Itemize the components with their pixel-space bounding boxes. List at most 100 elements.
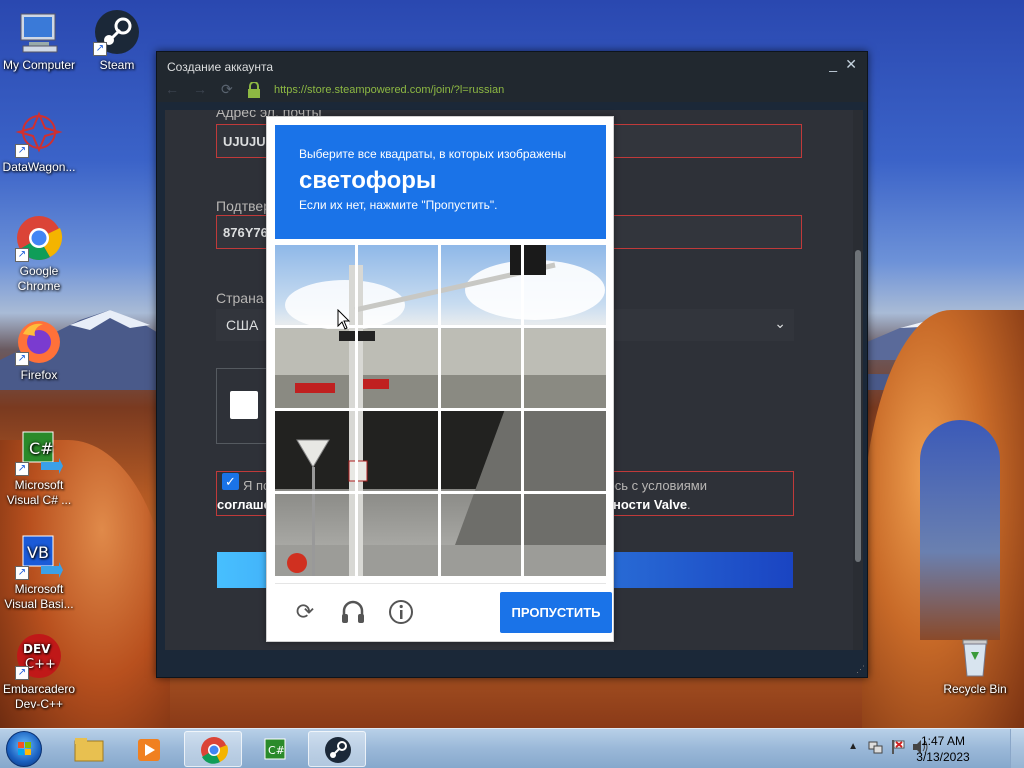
desktop-icon-label: Embarcadero Dev-C++ xyxy=(2,682,76,711)
svg-text:C#: C# xyxy=(29,439,54,458)
shortcut-arrow-icon: ↗ xyxy=(15,248,29,262)
captcha-challenge: Выберите все квадраты, в которых изображ… xyxy=(266,116,614,642)
captcha-tile[interactable] xyxy=(358,494,438,576)
recaptcha-checkbox[interactable] xyxy=(230,391,258,419)
captcha-tile[interactable] xyxy=(524,494,606,576)
captcha-tile[interactable] xyxy=(358,245,438,325)
desktop-icon-my-computer[interactable]: My Computer xyxy=(0,8,78,73)
captcha-tile[interactable] xyxy=(441,494,521,576)
taskbar-chrome[interactable] xyxy=(184,731,242,767)
mouse-cursor-icon xyxy=(337,309,351,330)
captcha-tile[interactable] xyxy=(524,245,606,325)
captcha-tile[interactable] xyxy=(275,494,355,576)
captcha-tile[interactable] xyxy=(441,411,521,491)
chrome-icon: ↗ xyxy=(15,214,63,262)
steam-icon: ↗ xyxy=(93,8,141,56)
taskbar-steam[interactable] xyxy=(308,731,366,767)
audio-icon[interactable] xyxy=(339,598,367,626)
captcha-header: Выберите все квадраты, в которых изображ… xyxy=(275,125,606,239)
desktop-icon-steam[interactable]: ↗ Steam xyxy=(78,8,156,73)
captcha-tile[interactable] xyxy=(524,328,606,408)
captcha-tile[interactable] xyxy=(524,411,606,491)
resize-grip-icon[interactable]: ⋰ xyxy=(856,664,865,675)
info-icon[interactable] xyxy=(387,598,415,626)
captcha-tile[interactable] xyxy=(358,411,438,491)
forward-icon[interactable]: → xyxy=(193,81,207,97)
folder-icon xyxy=(74,738,104,762)
captcha-tile[interactable] xyxy=(441,245,521,325)
captcha-tile[interactable] xyxy=(275,328,355,408)
captcha-tile[interactable] xyxy=(358,328,438,408)
desktop-icon-google-chrome[interactable]: ↗ Google Chrome xyxy=(0,214,78,294)
firefox-icon: ↗ xyxy=(15,318,63,366)
shortcut-arrow-icon: ↗ xyxy=(93,42,107,56)
svg-text:DEV: DEV xyxy=(23,642,51,656)
agreement-text-right: юсь с условиями xyxy=(605,478,707,493)
chrome-icon xyxy=(201,737,228,764)
visual-csharp-icon: C# ↗ xyxy=(15,428,63,476)
taskbar-media-player[interactable] xyxy=(120,731,178,767)
captcha-footer: ⟳ ПРОПУСТИТЬ xyxy=(275,583,612,635)
reload-page-icon[interactable]: ⟳ xyxy=(221,81,233,98)
svg-text:VB: VB xyxy=(27,543,49,562)
desktop-icon-label: Microsoft Visual C# ... xyxy=(6,478,72,507)
desktop-icon-recycle-bin[interactable]: Recycle Bin xyxy=(936,632,1014,697)
address-bar: ← → ⟳ https://store.steampowered.com/joi… xyxy=(157,78,867,102)
desktop-icon-visual-basic[interactable]: VB ↗ Microsoft Visual Basi... xyxy=(0,532,78,612)
svg-text:C++: C++ xyxy=(25,657,56,672)
agreement-link-right[interactable]: ности Valve xyxy=(613,497,687,512)
window-titlebar: Создание аккаунта _ ✕ xyxy=(157,52,867,78)
taskbar-visual-csharp[interactable]: C# xyxy=(246,731,304,767)
desktop-icon-firefox[interactable]: ↗ Firefox xyxy=(0,318,78,383)
agreement-checkbox[interactable]: ✓ xyxy=(222,473,239,490)
close-button[interactable]: ✕ xyxy=(845,56,857,73)
agreement-period: . xyxy=(687,497,691,512)
captcha-skip-hint: Если их нет, нажмите "Пропустить". xyxy=(299,198,498,212)
shortcut-arrow-icon: ↗ xyxy=(15,144,29,158)
media-player-icon xyxy=(138,739,160,761)
visual-basic-icon: VB ↗ xyxy=(15,532,63,580)
captcha-instruction: Выберите все квадраты, в которых изображ… xyxy=(299,147,567,161)
shortcut-arrow-icon: ↗ xyxy=(15,462,29,476)
desktop-icon-label: Google Chrome xyxy=(17,264,61,293)
dev-cpp-icon: DEV C++ ↗ xyxy=(15,632,63,680)
system-clock[interactable]: 1:47 AM 3/13/2023 xyxy=(908,733,978,765)
steam-icon xyxy=(325,737,351,763)
desktop-icon-label: DataWagon... xyxy=(2,160,76,174)
desktop-icon-datawagon[interactable]: ↗ DataWagon... xyxy=(0,110,78,175)
confirm-email-field-value: 876Y76 xyxy=(223,225,268,240)
recycle-bin-icon xyxy=(951,632,999,680)
back-icon[interactable]: ← xyxy=(165,81,179,97)
minimize-button[interactable]: _ xyxy=(829,56,837,72)
scrollbar[interactable] xyxy=(853,110,863,650)
desktop-icon-dev-cpp[interactable]: DEV C++ ↗ Embarcadero Dev-C++ xyxy=(0,632,78,712)
captcha-image-grid xyxy=(275,245,606,576)
taskbar-explorer[interactable] xyxy=(60,731,118,767)
captcha-tile[interactable] xyxy=(441,328,521,408)
show-desktop-button[interactable] xyxy=(1010,729,1024,768)
country-label: Страна xyxy=(216,290,264,306)
url-text[interactable]: https://store.steampowered.com/join/?l=r… xyxy=(274,84,504,96)
chevron-down-icon: ⌄ xyxy=(774,315,786,331)
agreement-link-left[interactable]: соглаше xyxy=(217,497,271,512)
rock-arch-opening xyxy=(920,420,1000,640)
captcha-tile[interactable] xyxy=(275,411,355,491)
action-center-flag-icon[interactable] xyxy=(890,739,906,760)
scrollbar-thumb[interactable] xyxy=(855,250,861,562)
desktop-icon-label: Microsoft Visual Basi... xyxy=(4,582,74,611)
window-title: Создание аккаунта xyxy=(167,60,274,74)
confirm-email-label: Подтвер xyxy=(216,198,271,214)
desktop-icon-label: My Computer xyxy=(2,58,76,72)
svg-text:C#: C# xyxy=(268,744,285,757)
show-hidden-icons-icon[interactable]: ▲ xyxy=(848,741,858,752)
skip-button[interactable]: ПРОПУСТИТЬ xyxy=(500,592,612,633)
desktop-icon-visual-csharp[interactable]: C# ↗ Microsoft Visual C# ... xyxy=(0,428,78,508)
taskbar: C# ▲ 1:47 AM 3/13/2023 xyxy=(0,728,1024,768)
shortcut-arrow-icon: ↗ xyxy=(15,666,29,680)
network-icon[interactable] xyxy=(868,739,884,760)
reload-icon[interactable]: ⟳ xyxy=(291,598,319,626)
start-button[interactable] xyxy=(6,731,42,767)
windows-logo-icon xyxy=(18,742,31,755)
computer-icon xyxy=(15,8,63,56)
shortcut-arrow-icon: ↗ xyxy=(15,352,29,366)
